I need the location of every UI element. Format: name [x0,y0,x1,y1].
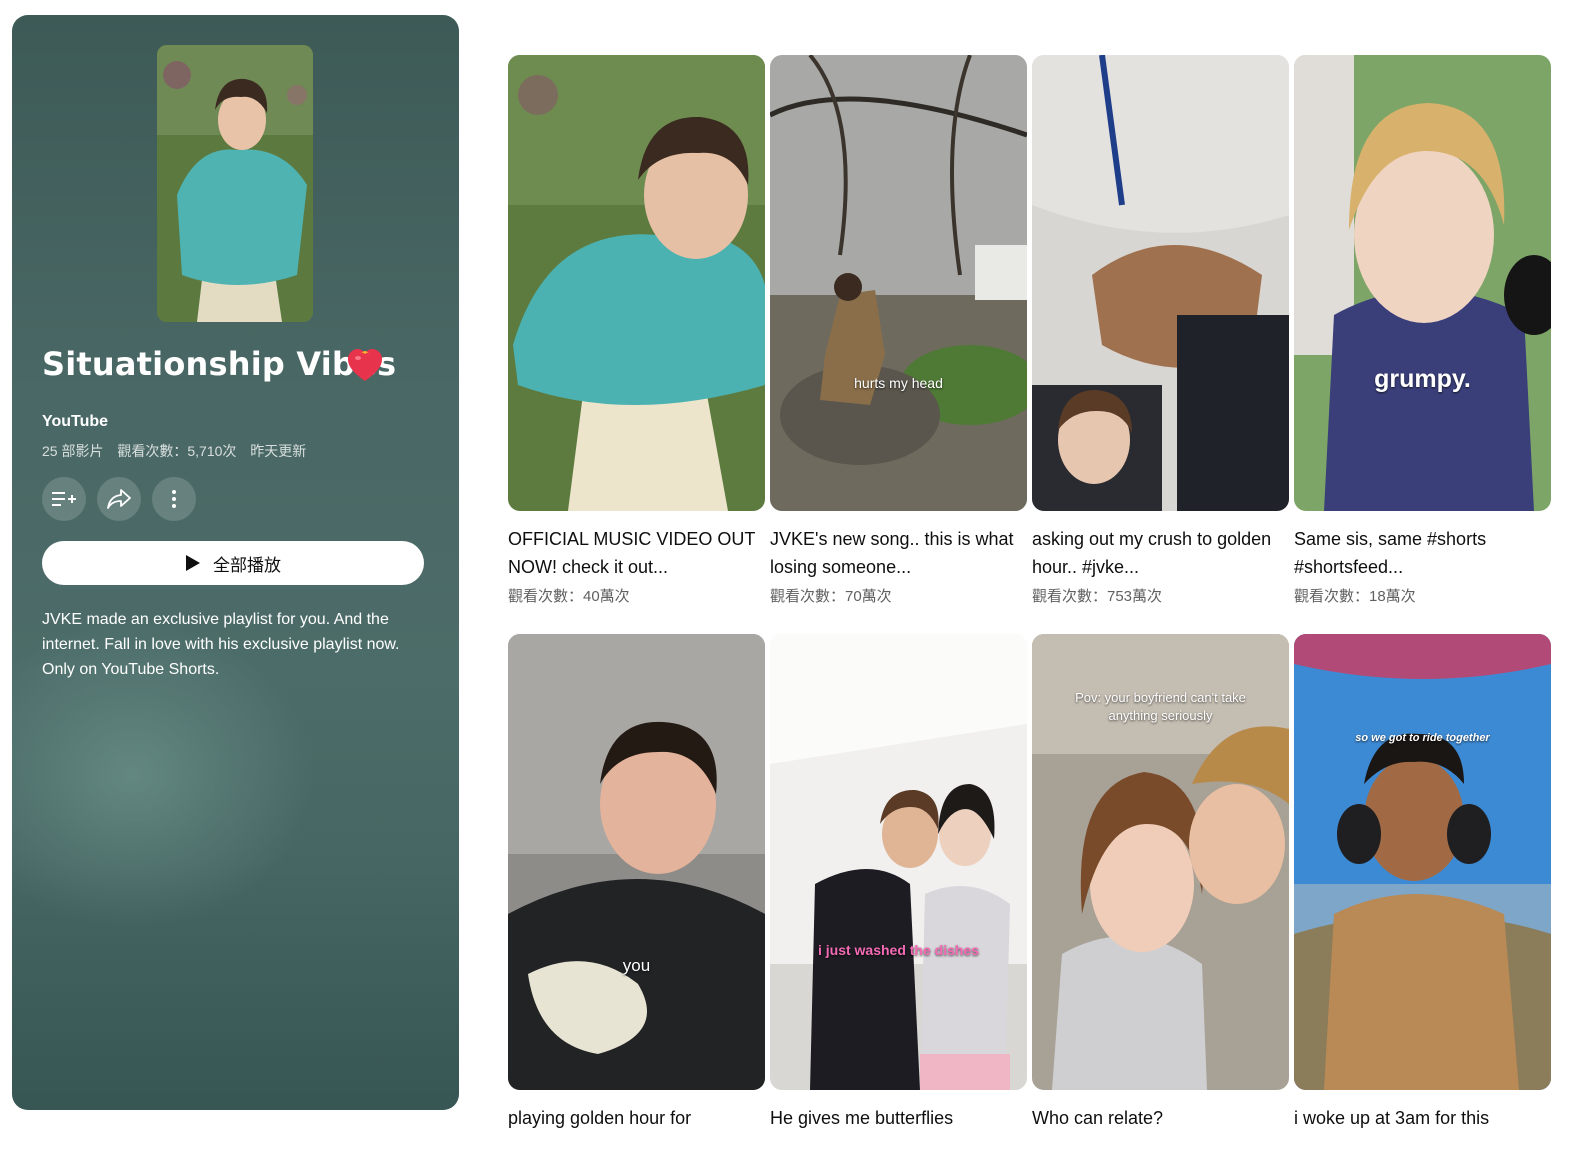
video-title[interactable]: JVKE's new song.. this is what losing so… [770,525,1027,581]
video-title[interactable]: i woke up at 3am for this [1294,1104,1551,1151]
video-title[interactable]: playing golden hour for [508,1104,765,1151]
save-to-library-icon [52,492,76,506]
video-card[interactable]: OFFICIAL MUSIC VIDEO OUT NOW! check it o… [508,55,765,606]
video-thumbnail[interactable]: i just washed the dishes [770,634,1027,1090]
video-title[interactable]: Same sis, same #shorts #shortsfeed... [1294,525,1551,581]
channel-name[interactable]: YouTube [42,413,108,431]
video-views: 觀看次數：70萬次 [770,588,892,605]
video-card[interactable]: you playing golden hour for [508,634,765,1151]
video-thumbnail[interactable] [1032,55,1289,511]
playlist-header-panel: Situationship Vibes YouTube 25 部影片 觀看次數：… [12,15,459,1110]
video-thumbnail[interactable]: Pov: your boyfriend can't take anything … [1032,634,1289,1090]
playlist-description: JVKE made an exclusive playlist for you.… [42,611,400,678]
share-icon [107,489,131,509]
video-card[interactable]: so we got to ride together i woke up at … [1294,634,1551,1151]
video-caption: so we got to ride together [1355,732,1490,744]
video-caption: grumpy. [1374,365,1471,393]
playlist-cover-thumbnail[interactable] [157,45,313,322]
playlist-stats: 25 部影片 觀看次數：5,710次 昨天更新 [42,441,316,461]
video-card[interactable]: i just washed the dishes He gives me but… [770,634,1027,1151]
video-caption: Pov: your boyfriend can't take anything … [1075,690,1246,723]
play-icon [186,555,200,571]
video-views: 觀看次數：18萬次 [1294,588,1416,605]
video-card[interactable]: grumpy. Same sis, same #shorts #shortsfe… [1294,55,1551,606]
video-card[interactable]: asking out my crush to golden hour.. #jv… [1032,55,1289,606]
video-caption: you [622,956,651,975]
video-thumbnail[interactable]: hurts my head [770,55,1027,511]
video-views: 觀看次數：753萬次 [1032,588,1163,605]
video-title[interactable]: He gives me butterflies [770,1104,1027,1151]
playlist-actions [42,477,196,521]
video-title[interactable]: OFFICIAL MUSIC VIDEO OUT NOW! check it o… [508,525,765,581]
heart-on-fire-icon [348,349,382,381]
video-thumbnail[interactable] [508,55,765,511]
video-thumbnail[interactable]: so we got to ride together [1294,634,1551,1090]
video-title[interactable]: Who can relate? [1032,1104,1289,1151]
more-vert-icon [172,490,176,508]
video-card[interactable]: hurts my head JVKE's new song.. this is … [770,55,1027,606]
play-all-button[interactable]: 全部播放 [42,541,424,585]
video-caption: hurts my head [854,375,943,391]
more-options-button[interactable] [152,477,196,521]
video-caption: i just washed the dishes [817,942,980,958]
playlist-title: Situationship Vibes [42,345,397,383]
save-playlist-button[interactable] [42,477,86,521]
video-card[interactable]: Pov: your boyfriend can't take anything … [1032,634,1289,1151]
video-thumbnail[interactable]: grumpy. [1294,55,1551,511]
video-thumbnail[interactable]: you [508,634,765,1090]
video-count: 25 部影片 [42,443,104,459]
play-all-label: 全部播放 [213,555,281,575]
video-views: 觀看次數：40萬次 [508,588,630,605]
share-button[interactable] [97,477,141,521]
last-updated: 昨天更新 [250,443,307,459]
view-count: 觀看次數：5,710次 [117,443,237,459]
video-title[interactable]: asking out my crush to golden hour.. #jv… [1032,525,1289,581]
